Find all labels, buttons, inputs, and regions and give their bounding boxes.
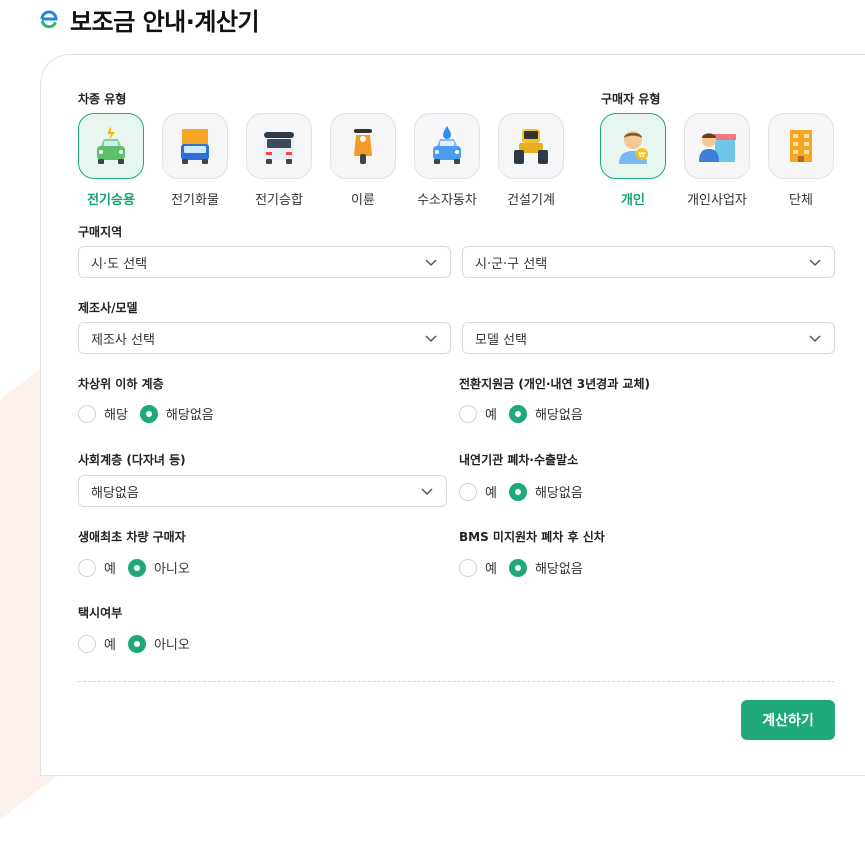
taxi-radio-group: 예 아니오: [78, 634, 202, 653]
ice-scrap-option-none[interactable]: 해당없음: [508, 482, 583, 501]
model-select[interactable]: 모델 선택: [462, 322, 835, 354]
svg-text:₩: ₩: [639, 151, 646, 159]
transition-option-none[interactable]: 해당없음: [508, 404, 583, 423]
ice-scrap-option-yes[interactable]: 예: [459, 482, 497, 501]
page-title: 보조금 안내·계산기: [70, 7, 260, 36]
truck-icon: [181, 129, 209, 164]
page-header: 보조금 안내·계산기: [38, 2, 260, 36]
sido-select[interactable]: 시·도 선택: [78, 246, 451, 278]
transition-radio-group: 예 해당없음: [459, 404, 595, 423]
vehicle-option-label: 수소자동차: [417, 193, 477, 208]
buyer-option-label: 개인: [621, 193, 645, 208]
buyer-option-organization[interactable]: 단체: [768, 113, 834, 208]
buyer-option-sole-proprietor[interactable]: 개인사업자: [684, 113, 750, 208]
bms-label: BMS 미지원차 폐차 후 신차: [459, 530, 605, 544]
calculate-button[interactable]: 계산하기: [741, 700, 835, 740]
vehicle-option-ev-car[interactable]: 전기승용: [78, 113, 144, 208]
first-buyer-label: 생애최초 차량 구매자: [78, 530, 186, 544]
hydrogen-car-icon: [433, 126, 461, 164]
maker-select[interactable]: 제조사 선택: [78, 322, 451, 354]
buyer-option-individual[interactable]: ₩ 개인: [600, 113, 666, 208]
vehicle-option-label: 건설기계: [507, 193, 555, 208]
chevron-down-icon: [809, 335, 821, 343]
bms-option-yes[interactable]: 예: [459, 558, 497, 577]
vehicle-option-label: 전기화물: [171, 193, 219, 208]
buyer-option-label: 단체: [789, 193, 813, 208]
vehicle-option-scooter[interactable]: 이륜: [330, 113, 396, 208]
chevron-down-icon: [809, 259, 821, 267]
person-icon: ₩: [619, 131, 648, 164]
construction-vehicle-icon: [514, 129, 548, 164]
vehicle-option-van[interactable]: 전기승합: [246, 113, 312, 208]
taxi-option-no[interactable]: 아니오: [127, 634, 190, 653]
social-class-select[interactable]: 해당없음: [78, 475, 447, 507]
scooter-icon: [354, 129, 372, 164]
buyer-type-label: 구매자 유형: [601, 92, 661, 106]
vehicle-option-label: 전기승용: [87, 193, 135, 208]
low-income-option-none[interactable]: 해당없음: [139, 404, 214, 423]
vehicle-type-label: 차종 유형: [78, 92, 127, 106]
chevron-down-icon: [421, 488, 433, 496]
vehicle-option-label: 전기승합: [255, 193, 303, 208]
ice-scrap-radio-group: 예 해당없음: [459, 482, 595, 501]
low-income-option-yes[interactable]: 해당: [78, 404, 128, 423]
low-income-radio-group: 해당 해당없음: [78, 404, 226, 423]
vehicle-option-label: 이륜: [351, 193, 375, 208]
transition-label: 전환지원금 (개인·내연 3년경과 교체): [459, 377, 650, 391]
chevron-down-icon: [425, 259, 437, 267]
transition-option-yes[interactable]: 예: [459, 404, 497, 423]
buyer-option-label: 개인사업자: [687, 193, 747, 208]
vehicle-option-truck[interactable]: 전기화물: [162, 113, 228, 208]
social-class-label: 사회계층 (다자녀 등): [78, 453, 186, 467]
chevron-down-icon: [425, 335, 437, 343]
eco-logo-icon: [40, 10, 58, 29]
ice-scrap-label: 내연기관 폐차·수출말소: [459, 453, 579, 467]
shop-owner-icon: [699, 133, 736, 162]
bms-option-none[interactable]: 해당없음: [508, 558, 583, 577]
section-divider: [78, 681, 835, 682]
sigungu-select[interactable]: 시·군·구 선택: [462, 246, 835, 278]
building-icon: [790, 130, 812, 162]
bms-radio-group: 예 해당없음: [459, 558, 595, 577]
taxi-label: 택시여부: [78, 606, 123, 620]
low-income-label: 차상위 이하 계층: [78, 377, 164, 391]
vehicle-option-construction[interactable]: 건설기계: [498, 113, 564, 208]
vehicle-option-hydrogen-car[interactable]: 수소자동차: [414, 113, 480, 208]
taxi-option-yes[interactable]: 예: [78, 634, 116, 653]
first-buyer-option-yes[interactable]: 예: [78, 558, 116, 577]
ev-car-icon: [97, 126, 125, 164]
van-icon: [264, 132, 294, 164]
region-label: 구매지역: [78, 225, 123, 239]
first-buyer-radio-group: 예 아니오: [78, 558, 202, 577]
calculator-card: 차종 유형 전기승용 전기화물 전기승합 이륜 수소자동차 건설기계 구매자 유…: [40, 54, 865, 776]
first-buyer-option-no[interactable]: 아니오: [127, 558, 190, 577]
maker-model-label: 제조사/모델: [78, 301, 138, 315]
